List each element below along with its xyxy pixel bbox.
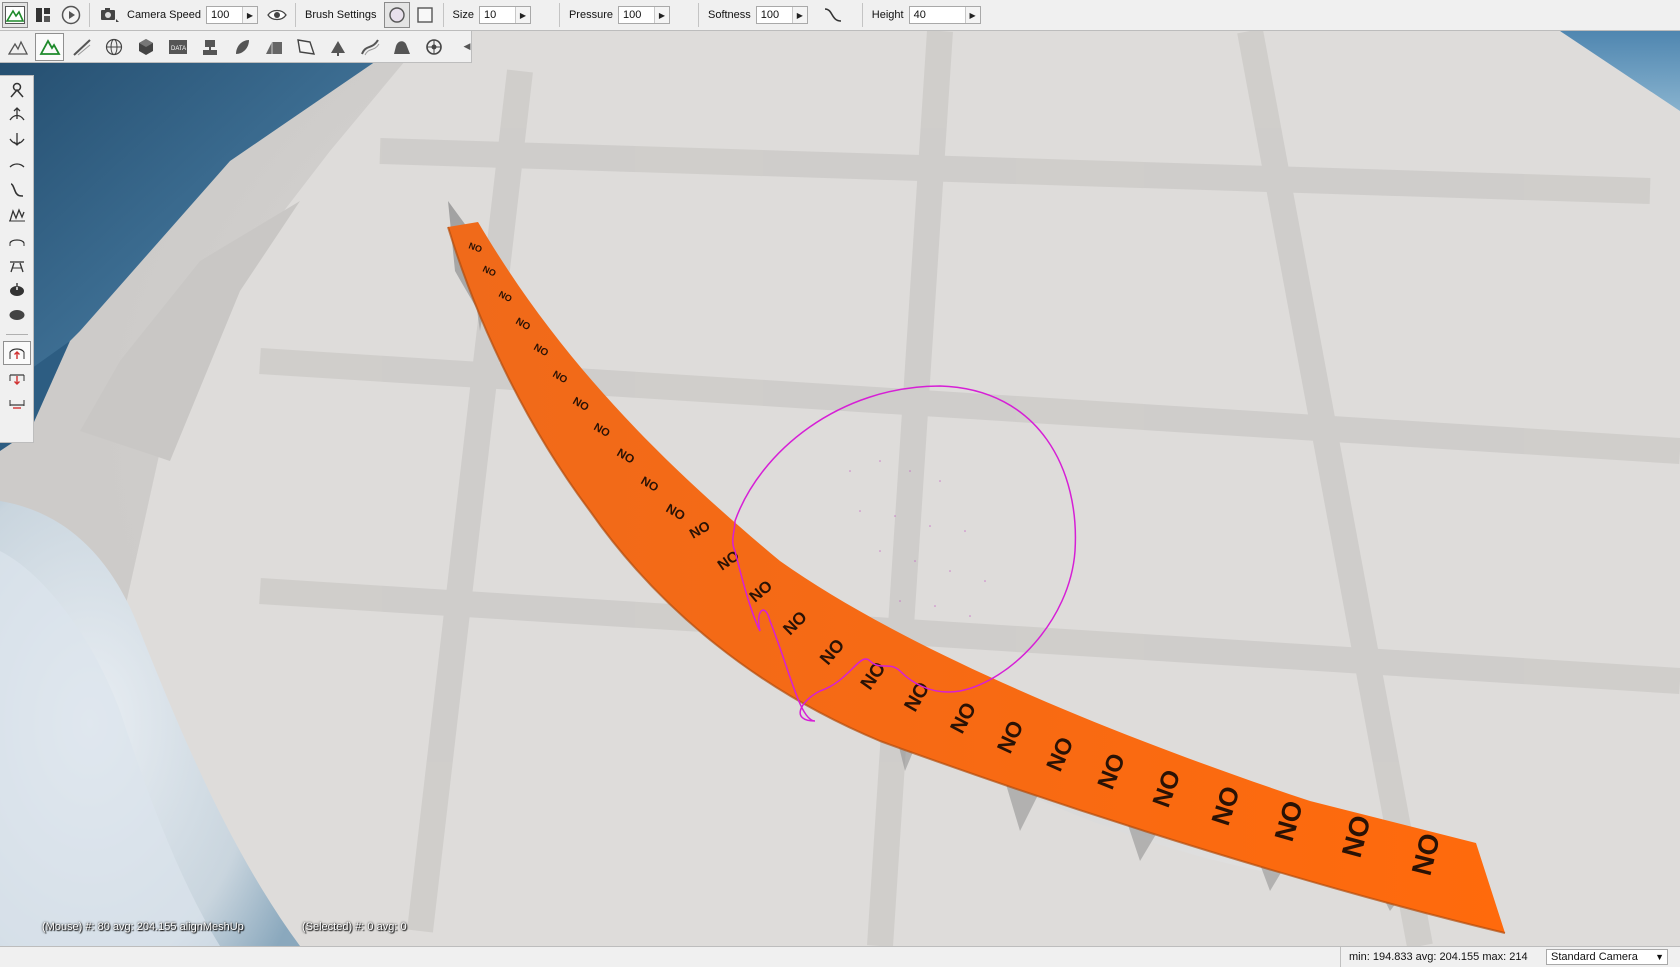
softness-value[interactable]: 100 <box>757 7 792 23</box>
eye-icon[interactable] <box>264 2 290 28</box>
camera-speed-value[interactable]: 100 <box>207 7 242 23</box>
softness-arrow-icon[interactable]: ▶ <box>791 7 807 23</box>
lighting-tool-icon[interactable] <box>195 33 224 61</box>
height-value[interactable]: 40 <box>910 7 965 23</box>
terrain-editor-icon[interactable] <box>2 2 28 28</box>
layout-icon[interactable] <box>30 2 56 28</box>
top-toolbar: Camera Speed 100 ▶ Brush Settings Size 1… <box>0 0 1680 31</box>
brush-grab-icon[interactable] <box>3 78 31 102</box>
mouse-info: (Mouse) #: 80 avg: 204.155 alignMeshUp <box>42 921 244 933</box>
brush-clear-empty-icon[interactable] <box>3 278 31 302</box>
camera-mode-select[interactable]: Standard Camera ▼ <box>1546 949 1668 965</box>
toolbar-separator <box>558 3 560 27</box>
toolbar-separator <box>5 334 28 335</box>
status-bar: min: 194.833 avg: 204.155 max: 214 Stand… <box>0 946 1680 967</box>
scene-viewport[interactable]: NO NO NO NO NO NO NO NO NO NO NO NO NO N… <box>0 31 1680 946</box>
pressure-value[interactable]: 100 <box>619 7 654 23</box>
size-arrow-icon[interactable]: ▶ <box>514 7 530 23</box>
brush-circle-icon[interactable] <box>383 2 410 28</box>
chevron-down-icon[interactable]: ▼ <box>1655 950 1664 964</box>
camera-speed-field[interactable]: 100 ▶ <box>206 6 258 24</box>
brush-soften-icon[interactable] <box>3 228 31 252</box>
selected-info: (Selected) #: 0 avg: 0 <box>302 921 407 933</box>
brush-align-mesh-flat-icon[interactable] <box>3 391 31 415</box>
terrain-sculpt-icon[interactable] <box>3 33 32 61</box>
road-tool-icon[interactable] <box>67 33 96 61</box>
brush-lower-icon[interactable] <box>3 128 31 152</box>
data-tool-icon[interactable]: DATA <box>163 33 192 61</box>
size-label: Size <box>452 9 474 21</box>
height-field[interactable]: 40 ▶ <box>908 6 981 24</box>
pressure-field[interactable]: 100 ▶ <box>617 6 670 24</box>
decal-tool-icon[interactable] <box>291 33 320 61</box>
brush-align-mesh-up-icon[interactable] <box>2 341 31 365</box>
height-stats: min: 194.833 avg: 204.155 max: 214 <box>1340 947 1528 967</box>
editor-tool-toolbar: DATA ◀ <box>0 31 472 63</box>
pressure-label: Pressure <box>568 9 613 21</box>
forest-tool-icon[interactable] <box>323 33 352 61</box>
softness-curve-icon[interactable] <box>820 2 846 28</box>
brush-raise-icon[interactable] <box>3 103 31 127</box>
brush-align-mesh-down-icon[interactable] <box>3 366 31 390</box>
navmesh-tool-icon[interactable] <box>387 33 416 61</box>
size-value[interactable]: 10 <box>480 7 515 23</box>
height-arrow-icon[interactable]: ▶ <box>964 7 980 23</box>
camera-speed-arrow-icon[interactable]: ▶ <box>242 7 257 23</box>
mesh-road-icon[interactable] <box>259 33 288 61</box>
pressure-arrow-icon[interactable]: ▶ <box>653 7 669 23</box>
world-settings-icon[interactable] <box>419 33 448 61</box>
toolbar-separator <box>89 3 90 27</box>
brush-flatten-icon[interactable] <box>3 203 31 227</box>
play-icon[interactable] <box>58 2 84 28</box>
size-field[interactable]: 10 ▶ <box>478 6 531 24</box>
camera-mode-value: Standard Camera <box>1551 951 1638 963</box>
terrain-paint-icon[interactable] <box>35 32 64 61</box>
height-label: Height <box>871 9 904 21</box>
svg-text:DATA: DATA <box>171 46 186 52</box>
toolbar-separator <box>861 3 863 27</box>
globe-icon[interactable] <box>99 33 128 61</box>
toolbar-separator <box>295 3 296 27</box>
object-cube-icon[interactable] <box>131 33 160 61</box>
toolbar-overflow-chevron-icon[interactable]: ◀ <box>463 33 471 61</box>
brush-smooth-icon[interactable] <box>3 153 31 177</box>
toolbar-separator <box>442 3 444 27</box>
softness-field[interactable]: 100 ▶ <box>755 6 808 24</box>
foliage-tool-icon[interactable] <box>227 33 256 61</box>
brush-set-height-icon[interactable] <box>3 253 31 277</box>
brush-square-icon[interactable] <box>412 2 438 28</box>
brush-paint-noise-icon[interactable] <box>3 178 31 202</box>
river-tool-icon[interactable] <box>355 33 384 61</box>
toolbar-separator <box>697 3 699 27</box>
camera-icon[interactable] <box>97 2 123 28</box>
brush-clear-icon[interactable] <box>3 303 31 327</box>
brush-tool-sidebar <box>0 75 34 443</box>
brush-settings-label: Brush Settings <box>305 9 377 21</box>
camera-speed-label: Camera Speed <box>127 9 201 21</box>
scene-render: NO NO NO NO NO NO NO NO NO NO NO NO NO N… <box>0 31 1680 946</box>
softness-label: Softness <box>707 9 751 21</box>
